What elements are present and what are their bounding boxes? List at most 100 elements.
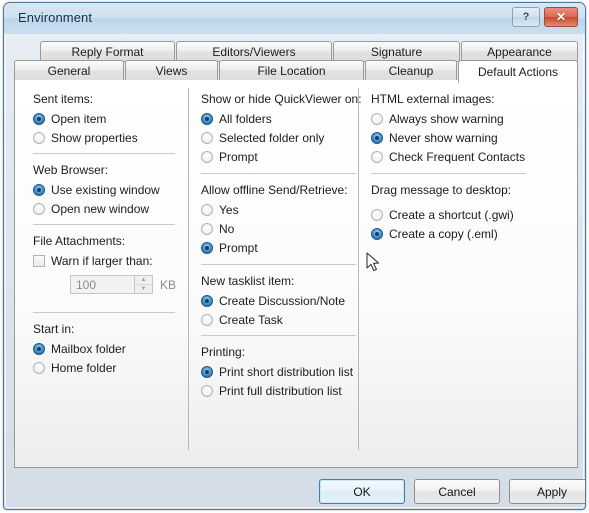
quickviewer-label: Show or hide QuickViewer on: bbox=[201, 92, 362, 106]
attachment-size-spinner[interactable]: 100 ▲ ▼ KB bbox=[70, 275, 188, 294]
ok-button[interactable]: OK bbox=[319, 479, 405, 504]
radio-label: No bbox=[219, 221, 235, 236]
radio-mailbox-folder[interactable]: Mailbox folder bbox=[33, 339, 188, 358]
radio-create-copy-eml[interactable]: Create a copy (.eml) bbox=[371, 224, 576, 243]
tab-label: Signature bbox=[370, 44, 423, 59]
tab-signature[interactable]: Signature bbox=[333, 41, 460, 62]
radio-indicator bbox=[371, 208, 383, 221]
help-button[interactable]: ? bbox=[512, 7, 540, 27]
radio-indicator bbox=[33, 131, 45, 144]
spinner-down-icon[interactable]: ▼ bbox=[135, 285, 152, 293]
radio-indicator bbox=[201, 203, 213, 216]
tab-general[interactable]: General bbox=[14, 60, 124, 81]
printing-label: Printing: bbox=[201, 345, 246, 359]
radio-create-discussion-note[interactable]: Create Discussion/Note bbox=[201, 291, 366, 310]
radio-selected-folder-only[interactable]: Selected folder only bbox=[201, 128, 366, 147]
radio-print-full-distribution-list[interactable]: Print full distribution list bbox=[201, 381, 366, 400]
radio-label: Print short distribution list bbox=[219, 364, 354, 379]
radio-print-short-distribution-list[interactable]: Print short distribution list bbox=[201, 362, 366, 381]
divider bbox=[371, 173, 526, 174]
tab-editors-viewers[interactable]: Editors/Viewers bbox=[176, 41, 332, 62]
radio-indicator bbox=[33, 183, 45, 196]
radio-indicator bbox=[33, 342, 45, 355]
group-html-external-images: HTML external images: Always show warnin… bbox=[371, 92, 576, 166]
drag-message-label: Drag message to desktop: bbox=[371, 183, 512, 197]
radio-show-properties[interactable]: Show properties bbox=[33, 128, 183, 147]
divider bbox=[201, 173, 356, 174]
radio-label: Yes bbox=[219, 202, 239, 217]
title-bar[interactable]: Environment ? ✕ bbox=[4, 3, 585, 34]
radio-indicator bbox=[201, 131, 213, 144]
radio-all-folders[interactable]: All folders bbox=[201, 109, 366, 128]
radio-offline-prompt[interactable]: Prompt bbox=[201, 238, 366, 257]
divider bbox=[201, 264, 356, 265]
tab-views[interactable]: Views bbox=[125, 60, 218, 81]
tab-appearance[interactable]: Appearance bbox=[461, 41, 578, 62]
radio-create-task[interactable]: Create Task bbox=[201, 310, 366, 329]
tab-strip: Reply Format Editors/Viewers Signature A… bbox=[14, 41, 578, 83]
tab-cleanup[interactable]: Cleanup bbox=[365, 60, 457, 81]
environment-dialog-window: Environment ? ✕ Reply Format Editors/Vie… bbox=[3, 2, 586, 510]
radio-indicator bbox=[371, 131, 383, 144]
tab-label: Editors/Viewers bbox=[212, 44, 296, 59]
apply-button[interactable]: Apply bbox=[509, 479, 585, 504]
tab-label: Cleanup bbox=[388, 63, 434, 78]
divider bbox=[33, 224, 175, 225]
spinner-up-icon[interactable]: ▲ bbox=[135, 276, 152, 285]
radio-label: Selected folder only bbox=[219, 130, 325, 145]
radio-never-show-warning[interactable]: Never show warning bbox=[371, 128, 576, 147]
radio-label: Mailbox folder bbox=[51, 341, 126, 356]
group-new-tasklist-item: New tasklist item: Create Discussion/Not… bbox=[201, 274, 366, 329]
close-button[interactable]: ✕ bbox=[544, 7, 578, 27]
radio-label: Create Task bbox=[219, 312, 283, 327]
radio-open-new-window[interactable]: Open new window bbox=[33, 199, 188, 218]
radio-offline-yes[interactable]: Yes bbox=[201, 200, 366, 219]
radio-indicator bbox=[201, 384, 213, 397]
checkbox-warn-if-larger-than[interactable]: Warn if larger than: bbox=[33, 251, 188, 270]
radio-check-frequent-contacts[interactable]: Check Frequent Contacts bbox=[371, 147, 576, 166]
radio-create-shortcut-gwi[interactable]: Create a shortcut (.gwi) bbox=[371, 205, 576, 224]
close-icon: ✕ bbox=[555, 10, 567, 24]
attachment-size-input[interactable]: 100 bbox=[70, 275, 135, 294]
radio-label: Create Discussion/Note bbox=[219, 293, 346, 308]
radio-offline-no[interactable]: No bbox=[201, 219, 366, 238]
html-external-images-label: HTML external images: bbox=[371, 92, 495, 106]
dialog-footer: OK Cancel Apply bbox=[4, 469, 585, 509]
radio-always-show-warning[interactable]: Always show warning bbox=[371, 109, 576, 128]
tab-file-location[interactable]: File Location bbox=[219, 60, 364, 81]
tab-label: Default Actions bbox=[477, 64, 559, 79]
radio-label: Prompt bbox=[219, 149, 258, 164]
start-in-label: Start in: bbox=[33, 322, 75, 336]
radio-indicator bbox=[371, 227, 383, 240]
group-printing: Printing: Print short distribution list … bbox=[201, 345, 366, 400]
radio-use-existing-window[interactable]: Use existing window bbox=[33, 180, 188, 199]
tab-row-bottom: General Views File Location Cleanup Defa… bbox=[14, 60, 578, 83]
spinner-buttons[interactable]: ▲ ▼ bbox=[135, 275, 153, 294]
radio-indicator bbox=[201, 222, 213, 235]
tab-default-actions[interactable]: Default Actions bbox=[458, 60, 578, 83]
tab-label: File Location bbox=[257, 63, 326, 78]
sent-items-label: Sent items: bbox=[33, 92, 94, 106]
group-start-in: Start in: Mailbox folder Home folder bbox=[33, 322, 188, 377]
group-offline-send-retrieve: Allow offline Send/Retrieve: Yes No Prom… bbox=[201, 183, 366, 257]
window-title: Environment bbox=[18, 10, 93, 25]
tab-label: Views bbox=[155, 63, 188, 78]
tab-reply-format[interactable]: Reply Format bbox=[40, 41, 175, 62]
radio-quickviewer-prompt[interactable]: Prompt bbox=[201, 147, 366, 166]
new-tasklist-item-label: New tasklist item: bbox=[201, 274, 295, 288]
radio-indicator bbox=[371, 112, 383, 125]
cancel-button[interactable]: Cancel bbox=[414, 479, 500, 504]
group-file-attachments: File Attachments: Warn if larger than: 1… bbox=[33, 234, 188, 294]
radio-label: Show properties bbox=[51, 130, 138, 145]
group-sent-items: Sent items: Open item Show properties bbox=[33, 92, 183, 147]
divider bbox=[201, 335, 356, 336]
radio-indicator bbox=[33, 361, 45, 374]
group-quickviewer: Show or hide QuickViewer on: All folders… bbox=[201, 92, 366, 166]
radio-label: Open new window bbox=[51, 201, 150, 216]
radio-label: All folders bbox=[219, 111, 272, 126]
radio-home-folder[interactable]: Home folder bbox=[33, 358, 188, 377]
radio-open-item[interactable]: Open item bbox=[33, 109, 183, 128]
tab-label: Appearance bbox=[487, 44, 552, 59]
tab-label: General bbox=[47, 63, 91, 78]
radio-indicator bbox=[33, 202, 45, 215]
